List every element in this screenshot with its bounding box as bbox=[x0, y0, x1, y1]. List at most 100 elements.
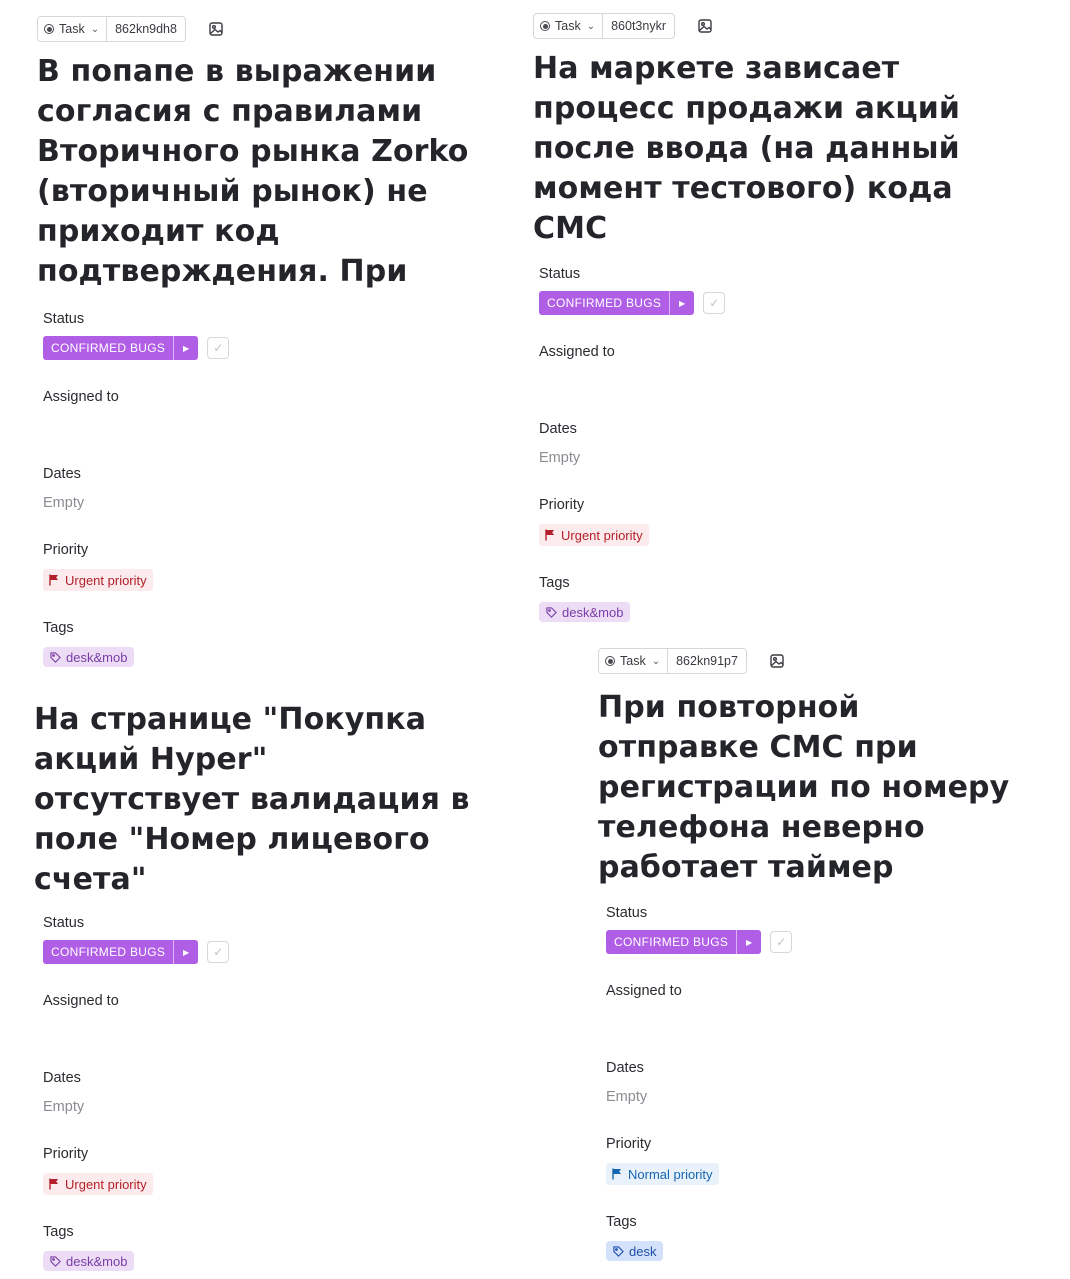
status-label: Status bbox=[606, 905, 648, 921]
tag-value: desk&mob bbox=[66, 649, 128, 665]
status-label: Status bbox=[539, 266, 581, 282]
radio-dot-icon bbox=[605, 656, 615, 666]
assigned-label: Assigned to bbox=[43, 993, 119, 1009]
image-icon[interactable] bbox=[769, 653, 785, 669]
task-title[interactable]: При повторной отправке СМС при регистрац… bbox=[598, 688, 1028, 888]
triangle-right-icon[interactable]: ▶ bbox=[173, 940, 198, 964]
task-type-dropdown[interactable]: Task ⌄ bbox=[38, 17, 106, 41]
status-value: CONFIRMED BUGS bbox=[614, 935, 729, 949]
chevron-down-icon: ⌄ bbox=[90, 23, 100, 35]
tag-value: desk bbox=[629, 1243, 657, 1259]
task-card-4: Task ⌄ 862kn91p7 При повторной отправке … bbox=[598, 648, 1038, 1262]
assignee-slot[interactable] bbox=[606, 1000, 1038, 1059]
dates-value[interactable]: Empty bbox=[43, 495, 507, 511]
assignee-slot[interactable] bbox=[43, 406, 507, 465]
priority-chip[interactable]: Urgent priority bbox=[539, 524, 649, 546]
task-type-id-pill: Task ⌄ 862kn9dh8 bbox=[37, 16, 186, 42]
priority-value: Normal priority bbox=[628, 1166, 713, 1182]
priority-value: Urgent priority bbox=[561, 527, 643, 543]
tag-chip[interactable]: desk&mob bbox=[539, 602, 631, 622]
priority-label: Priority bbox=[43, 542, 89, 558]
task-fields: Status CONFIRMED BUGS ▶ ✓ Assigned to Da… bbox=[37, 310, 507, 668]
assigned-label: Assigned to bbox=[539, 344, 615, 360]
dates-value[interactable]: Empty bbox=[43, 1099, 504, 1115]
assigned-label: Assigned to bbox=[43, 389, 119, 405]
task-type-dropdown[interactable]: Task ⌄ bbox=[599, 649, 667, 673]
priority-value: Urgent priority bbox=[65, 572, 147, 588]
tags-label: Tags bbox=[539, 575, 570, 591]
priority-value: Urgent priority bbox=[65, 1176, 147, 1192]
task-type-label: Task bbox=[555, 19, 581, 33]
task-title[interactable]: В попапе в выражении согласия с правилам… bbox=[37, 52, 477, 292]
task-card-1: Task ⌄ 862kn9dh8 В попапе в выражении со… bbox=[37, 16, 507, 668]
task-type-id-pill: Task ⌄ 862kn91p7 bbox=[598, 648, 747, 674]
tag-chip[interactable]: desk&mob bbox=[43, 647, 135, 667]
tag-icon bbox=[50, 1255, 61, 1267]
tags-label: Tags bbox=[606, 1214, 637, 1230]
assignee-slot[interactable] bbox=[539, 361, 1033, 420]
checkmark-icon[interactable]: ✓ bbox=[207, 941, 230, 963]
status-value: CONFIRMED BUGS bbox=[547, 296, 662, 310]
dates-value[interactable]: Empty bbox=[606, 1089, 1038, 1105]
task-header-bar: Task ⌄ 862kn9dh8 bbox=[37, 16, 507, 42]
checkmark-icon[interactable]: ✓ bbox=[207, 337, 230, 359]
tag-icon bbox=[50, 651, 61, 663]
status-label: Status bbox=[43, 311, 85, 327]
task-id[interactable]: 862kn91p7 bbox=[667, 649, 746, 673]
radio-dot-icon bbox=[540, 21, 550, 31]
task-header-bar: Task ⌄ 862kn91p7 bbox=[598, 648, 1038, 674]
dates-label: Dates bbox=[43, 466, 81, 482]
task-type-label: Task bbox=[620, 654, 646, 668]
status-button[interactable]: CONFIRMED BUGS ▶ bbox=[43, 940, 199, 964]
task-header-bar: Task ⌄ 860t3nykr bbox=[533, 13, 1033, 39]
status-value: CONFIRMED BUGS bbox=[51, 341, 166, 355]
task-type-dropdown[interactable]: Task ⌄ bbox=[534, 14, 602, 38]
status-row: CONFIRMED BUGS ▶ ✓ bbox=[43, 336, 507, 360]
triangle-right-icon[interactable]: ▶ bbox=[669, 291, 694, 315]
flag-icon bbox=[49, 574, 58, 586]
task-title[interactable]: На маркете зависает процесс продажи акци… bbox=[533, 49, 1013, 249]
chevron-down-icon: ⌄ bbox=[586, 20, 596, 32]
chevron-down-icon: ⌄ bbox=[651, 655, 661, 667]
task-fields: Status CONFIRMED BUGS ▶ ✓ Assigned to Da… bbox=[533, 265, 1033, 623]
flag-icon bbox=[545, 529, 554, 541]
status-value: CONFIRMED BUGS bbox=[51, 945, 166, 959]
image-icon[interactable] bbox=[697, 18, 713, 34]
checkmark-icon[interactable]: ✓ bbox=[770, 931, 793, 953]
tag-value: desk&mob bbox=[562, 604, 624, 620]
assignee-slot[interactable] bbox=[43, 1010, 504, 1069]
dates-label: Dates bbox=[43, 1070, 81, 1086]
status-row: CONFIRMED BUGS ▶ ✓ bbox=[43, 940, 504, 964]
status-button[interactable]: CONFIRMED BUGS ▶ bbox=[43, 336, 199, 360]
flag-icon bbox=[49, 1178, 58, 1190]
status-row: CONFIRMED BUGS ▶ ✓ bbox=[539, 291, 1033, 315]
priority-chip[interactable]: Urgent priority bbox=[43, 569, 153, 591]
checkmark-icon[interactable]: ✓ bbox=[703, 292, 726, 314]
status-button[interactable]: CONFIRMED BUGS ▶ bbox=[539, 291, 695, 315]
tag-chip[interactable]: desk bbox=[606, 1241, 664, 1261]
flag-icon bbox=[612, 1168, 621, 1180]
priority-chip[interactable]: Urgent priority bbox=[43, 1173, 153, 1195]
priority-label: Priority bbox=[606, 1136, 652, 1152]
dates-value[interactable]: Empty bbox=[539, 450, 1033, 466]
dates-label: Dates bbox=[606, 1060, 644, 1076]
task-card-3: На странице "Покупка акций Hyper" отсутс… bbox=[34, 700, 504, 1272]
triangle-right-icon[interactable]: ▶ bbox=[736, 930, 761, 954]
task-card-2: Task ⌄ 860t3nykr На маркете зависает про… bbox=[533, 13, 1033, 623]
radio-dot-icon bbox=[44, 24, 54, 34]
priority-chip[interactable]: Normal priority bbox=[606, 1163, 719, 1185]
task-id[interactable]: 860t3nykr bbox=[602, 14, 674, 38]
image-icon[interactable] bbox=[208, 21, 224, 37]
task-id[interactable]: 862kn9dh8 bbox=[106, 17, 185, 41]
tag-icon bbox=[546, 606, 557, 618]
tags-label: Tags bbox=[43, 1224, 74, 1240]
triangle-right-icon[interactable]: ▶ bbox=[173, 336, 198, 360]
status-label: Status bbox=[43, 915, 85, 931]
status-button[interactable]: CONFIRMED BUGS ▶ bbox=[606, 930, 762, 954]
task-type-label: Task bbox=[59, 22, 85, 36]
tag-chip[interactable]: desk&mob bbox=[43, 1251, 135, 1271]
task-title[interactable]: На странице "Покупка акций Hyper" отсутс… bbox=[34, 700, 474, 900]
assigned-label: Assigned to bbox=[606, 983, 682, 999]
task-fields: Status CONFIRMED BUGS ▶ ✓ Assigned to Da… bbox=[598, 904, 1038, 1262]
tag-value: desk&mob bbox=[66, 1253, 128, 1269]
